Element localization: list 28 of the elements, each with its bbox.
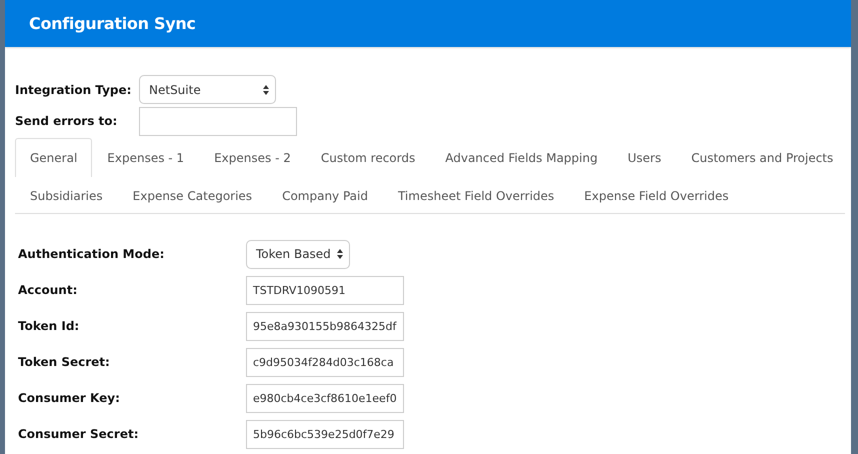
- field-label: Account:: [18, 283, 78, 297]
- tab[interactable]: Customers and Projects: [676, 138, 848, 175]
- input-field[interactable]: TSTDRV1090591: [246, 276, 404, 304]
- tab[interactable]: Expenses - 2: [199, 138, 306, 175]
- field-label: Consumer Secret:: [18, 427, 140, 441]
- tab[interactable]: Timesheet Field Overrides: [382, 176, 570, 213]
- field-label: Token Secret:: [18, 355, 111, 369]
- field-label: Authentication Mode:: [18, 247, 166, 261]
- tab[interactable]: Advanced Fields Mapping: [430, 138, 613, 175]
- dialog-title: Configuration Sync: [29, 14, 196, 33]
- tab[interactable]: Company Paid: [267, 176, 383, 213]
- input-field[interactable]: 95e8a930155b9864325df: [246, 312, 404, 340]
- tab[interactable]: General: [15, 138, 92, 177]
- tab[interactable]: Subsidiaries: [15, 176, 118, 213]
- input-field[interactable]: c9d95034f284d03c168ca: [246, 348, 404, 376]
- tab[interactable]: Expense Categories: [118, 176, 268, 213]
- field-label: Token Id:: [18, 319, 80, 333]
- input-field[interactable]: e980cb4ce3cf8610e1eef0: [246, 384, 404, 412]
- input-field[interactable]: 5b96c6bc539e25d0f7e29: [246, 420, 404, 448]
- select-dropdown[interactable]: Token Based: [246, 240, 350, 268]
- select-dropdown[interactable]: NetSuite: [139, 75, 276, 104]
- field-label: Consumer Key:: [18, 391, 121, 405]
- field-label: Integration Type:: [15, 82, 132, 96]
- tab[interactable]: Users: [612, 138, 676, 175]
- tab[interactable]: Expenses - 1: [92, 138, 200, 175]
- tab[interactable]: Custom records: [306, 138, 430, 175]
- field-label: Send errors to:: [15, 114, 118, 128]
- tab[interactable]: Expense Field Overrides: [569, 176, 744, 213]
